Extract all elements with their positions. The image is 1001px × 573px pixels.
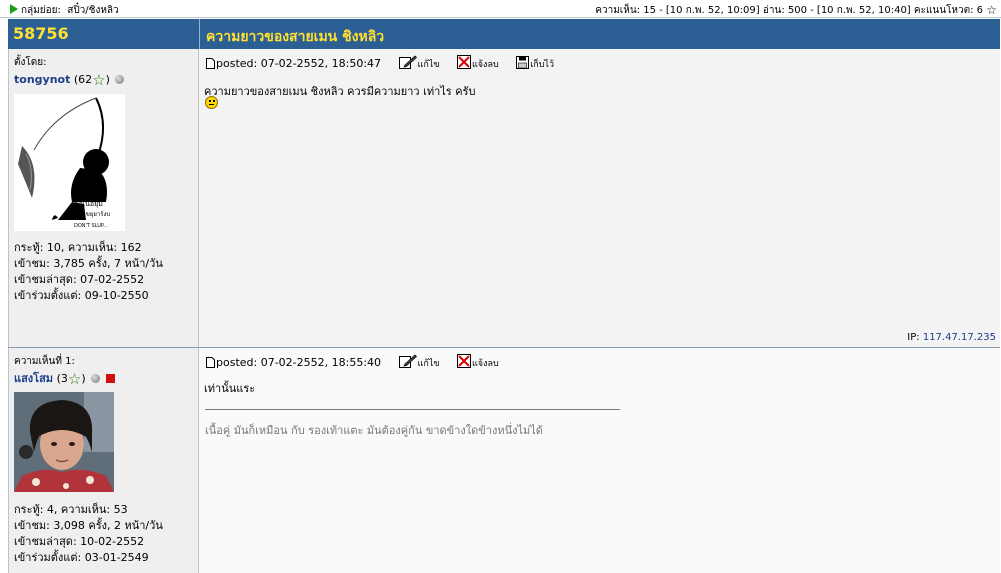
- red-badge-icon: [105, 374, 115, 383]
- report-x-icon: [456, 55, 471, 69]
- rank-close: ): [81, 372, 86, 385]
- smiley-emoticon-icon: [205, 96, 218, 109]
- post-body: เท่านั้นแระ: [204, 382, 256, 395]
- post-content: posted: 07-02-2552, 18:55:40 แก้ไข แจ้งล…: [199, 348, 1000, 573]
- edit-button[interactable]: แก้ไข: [398, 354, 439, 370]
- floppy-disk-icon: [516, 55, 530, 69]
- header-divider: [199, 19, 200, 49]
- stat-last-visit: เข้าชมล่าสุด: 10-02-2552: [14, 535, 145, 548]
- subgroup-breadcrumb: กลุ่มย่อย: สปิ๋ว/ชิงหลิว: [10, 3, 119, 18]
- report-delete-button[interactable]: แจ้งลบ: [456, 55, 499, 71]
- author-info: แสงโสม (3☆): [14, 369, 115, 388]
- post-toolbar: posted: 07-02-2552, 18:55:40 แก้ไข แจ้งล…: [206, 354, 513, 370]
- author-panel: ความเห็นที่ 1: แสงโสม (3☆) กระทู้: 4, คว…: [8, 348, 199, 573]
- star-icon: ☆: [92, 71, 106, 89]
- stat-views: เข้าชม: 3,098 ครั้ง, 2 หน้า/วัน: [14, 519, 163, 532]
- post-content: posted: 07-02-2552, 18:50:47 แก้ไข แจ้งล…: [199, 49, 1000, 347]
- post-reply-1: ความเห็นที่ 1: แสงโสม (3☆) กระทู้: 4, คว…: [8, 348, 1000, 573]
- star-icon: ☆: [986, 3, 997, 17]
- rank-text: (62: [73, 73, 93, 86]
- document-icon: [206, 356, 215, 368]
- stat-posts: กระทู้: 4, ความเห็น: 53: [14, 503, 128, 516]
- author-panel: ตั้งโดย: tongynot (62☆) ต่อเนื่อยุ่ม ศพิ…: [8, 49, 199, 347]
- subgroup-link[interactable]: สปิ๋ว/ชิงหลิว: [67, 5, 118, 16]
- stat-views: เข้าชม: 3,785 ครั้ง, 7 หน้า/วัน: [14, 257, 163, 270]
- rank-close: ): [105, 73, 110, 86]
- top-bar: กลุ่มย่อย: สปิ๋ว/ชิงหลิว ความเห็น: 15 - …: [0, 0, 1001, 18]
- stat-joined: เข้าร่วมตั้งแต่: 09-10-2550: [14, 289, 149, 302]
- subgroup-label: กลุ่มย่อย:: [21, 5, 61, 16]
- ip-address: IP: 117.47.17.235: [907, 332, 996, 343]
- avatar-caption-2: ศพิษเขยุยาร์งบ: [72, 210, 110, 218]
- stat-last-visit: เข้าชมล่าสุด: 07-02-2552: [14, 273, 145, 286]
- online-status-icon: [91, 374, 101, 383]
- author-stats: กระทู้: 10, ความเห็น: 162 เข้าชม: 3,785 …: [14, 240, 163, 304]
- post-toolbar: posted: 07-02-2552, 18:50:47 แก้ไข แจ้งล…: [206, 55, 568, 71]
- online-status-icon: [115, 75, 125, 84]
- post-original: ตั้งโดย: tongynot (62☆) ต่อเนื่อยุ่ม ศพิ…: [8, 49, 1000, 348]
- stat-joined: เข้าร่วมตั้งแต่: 03-01-2549: [14, 551, 149, 564]
- report-x-icon: [456, 354, 471, 368]
- topic-header: 58756 ความยาวของสายเมน ชิงหลิว: [8, 19, 1000, 49]
- save-button[interactable]: เก็บไว้: [516, 55, 554, 71]
- role-label: ตั้งโดย:: [14, 57, 47, 68]
- edit-button[interactable]: แก้ไข: [398, 55, 439, 71]
- user-signature: เนื้อคู่ มันก็เหมือน กับ รองเท้าแตะ มันต…: [205, 424, 543, 437]
- role-label: ความเห็นที่ 1:: [14, 356, 75, 367]
- post-body: ความยาวของสายเมน ชิงหลิว ควรมีความยาว เท…: [204, 85, 476, 98]
- edit-pencil-icon: [398, 354, 417, 368]
- rank-text: (3: [56, 372, 68, 385]
- author-stats: กระทู้: 4, ความเห็น: 53 เข้าชม: 3,098 คร…: [14, 502, 163, 566]
- stat-posts: กระทู้: 10, ความเห็น: 162: [14, 241, 142, 254]
- topic-stats: ความเห็น: 15 - [10 ก.พ. 52, 10:09] อ่าน:…: [595, 3, 997, 18]
- topic-number: 58756: [13, 24, 69, 43]
- avatar-caption-3: DON'T SLUP...: [74, 223, 108, 229]
- triangle-right-icon: [10, 4, 18, 14]
- avatar: [14, 392, 114, 492]
- posted-timestamp: posted: 07-02-2552, 18:55:40: [206, 356, 381, 369]
- star-icon: ☆: [67, 370, 82, 388]
- avatar-caption-1: ต่อเนื่อยุ่ม: [74, 199, 103, 208]
- avatar: ต่อเนื่อยุ่ม ศพิษเขยุยาร์งบ DON'T SLUP..…: [14, 94, 125, 231]
- fishing-avatar-image: ต่อเนื่อยุ่ม ศพิษเขยุยาร์งบ DON'T SLUP..…: [18, 97, 110, 229]
- topic-title: ความยาวของสายเมน ชิงหลิว: [206, 29, 385, 45]
- report-delete-button[interactable]: แจ้งลบ: [456, 354, 499, 370]
- username-link[interactable]: แสงโสม: [14, 372, 53, 385]
- edit-pencil-icon: [398, 55, 417, 69]
- posted-timestamp: posted: 07-02-2552, 18:50:47: [206, 57, 381, 70]
- author-info: tongynot (62☆): [14, 71, 125, 89]
- document-icon: [206, 57, 215, 69]
- ip-address-link[interactable]: 117.47.17.235: [923, 332, 996, 343]
- person-photo-avatar-image: [14, 392, 114, 492]
- username-link[interactable]: tongynot: [14, 73, 70, 86]
- signature-divider: [205, 409, 620, 410]
- topic-stats-text: ความเห็น: 15 - [10 ก.พ. 52, 10:09] อ่าน:…: [595, 5, 984, 16]
